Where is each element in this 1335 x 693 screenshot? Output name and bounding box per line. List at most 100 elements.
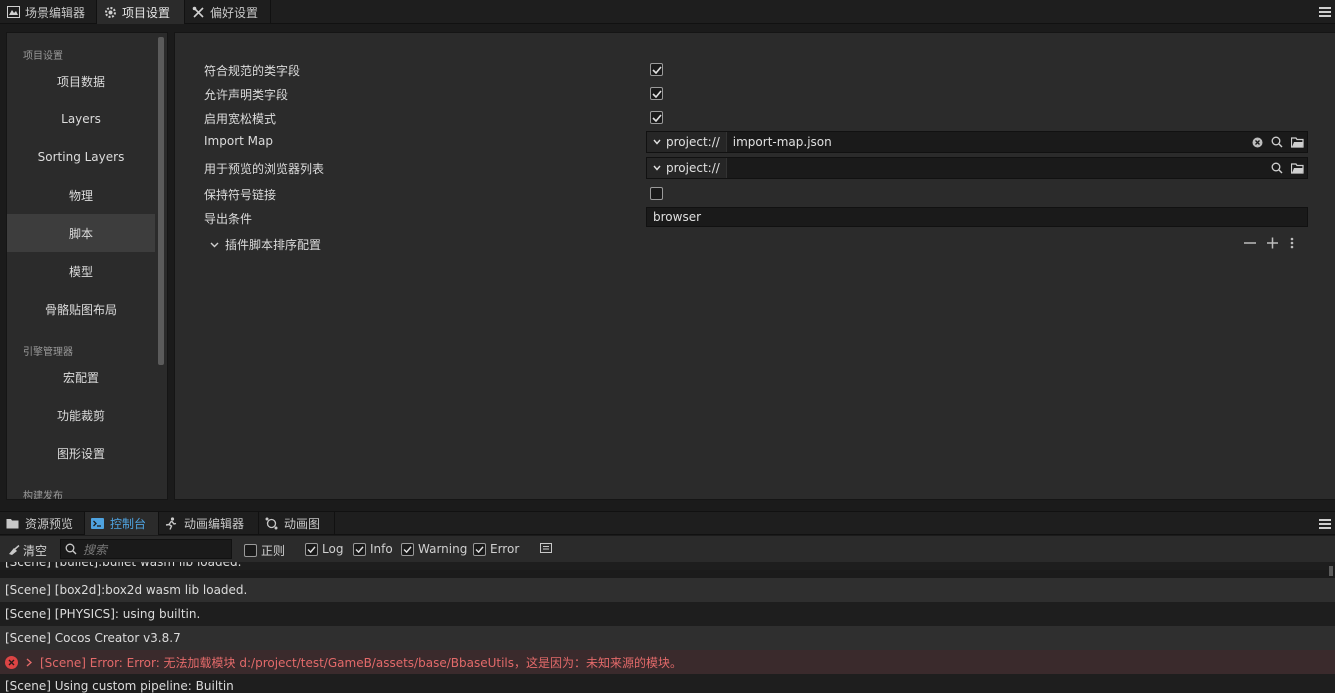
label-import-map: Import Map — [204, 134, 273, 148]
animgraph-icon — [265, 517, 279, 530]
nav-item-feature-cropping[interactable]: 功能裁剪 — [7, 396, 155, 434]
terminal-icon — [91, 518, 105, 529]
nav-item-skeleton-texture-layout[interactable]: 骨骼贴图布局 — [7, 290, 155, 328]
console-scrollbar[interactable] — [1329, 566, 1333, 576]
import-map-input[interactable]: import-map.json — [727, 135, 1247, 149]
bottom-tab-bar: 资源预览 控制台 动画编辑器 动画图 — [0, 511, 1335, 535]
more-vertical-icon[interactable] — [1289, 236, 1295, 250]
log-checkbox[interactable] — [305, 542, 318, 556]
folder-open-icon[interactable] — [1287, 132, 1307, 152]
chevron-right-icon[interactable] — [26, 657, 32, 667]
check-icon — [651, 113, 662, 122]
nav-item-layers[interactable]: Layers — [7, 100, 155, 138]
nav-item-model[interactable]: 模型 — [7, 252, 155, 290]
tab-label: 场景编辑器 — [25, 5, 86, 20]
runner-icon — [165, 517, 179, 530]
tab-assets-preview[interactable]: 资源预览 — [0, 512, 85, 535]
nav-item-sorting-layers[interactable]: Sorting Layers — [7, 138, 155, 176]
tab-animation-graph[interactable]: 动画图 — [259, 512, 335, 535]
console-menu-icon[interactable] — [1319, 518, 1331, 530]
broom-icon — [9, 545, 20, 555]
tab-preferences[interactable]: 偏好设置 — [185, 0, 271, 24]
chevron-down-icon — [210, 242, 219, 247]
nav-scrollbar[interactable] — [158, 37, 164, 365]
tab-label: 动画图 — [284, 517, 321, 531]
filter-info[interactable]: Info — [353, 542, 393, 556]
nav-item-project-data[interactable]: 项目数据 — [7, 62, 155, 100]
tab-animation-editor[interactable]: 动画编辑器 — [159, 512, 259, 535]
script-settings-panel: 符合规范的类字段 允许声明类字段 启用宽松模式 Import Map proje… — [174, 32, 1335, 500]
label-preview-browsers: 用于预览的浏览器列表 — [204, 162, 325, 176]
tab-label: 动画编辑器 — [184, 517, 245, 531]
nav-section-build: 构建发布 — [23, 491, 63, 500]
log-entry-error[interactable]: [Scene] Error: Error: 无法加载模块 d:/project/… — [0, 650, 1335, 674]
warning-label: Warning — [418, 542, 468, 556]
label-export-conditions: 导出条件 — [204, 212, 253, 226]
checkbox-strict-class-fields[interactable] — [650, 63, 663, 76]
error-icon — [5, 655, 18, 669]
log-entry[interactable]: [Scene] Cocos Creator v3.8.7 — [0, 626, 1335, 650]
nav-section-project: 项目设置 — [23, 51, 63, 62]
error-checkbox[interactable] — [473, 542, 486, 556]
log-entry[interactable]: [Scene] [PHYSICS]: using builtin. — [0, 602, 1335, 626]
info-label: Info — [370, 542, 393, 556]
check-icon — [651, 89, 662, 98]
nav-item-graphics-settings[interactable]: 图形设置 — [7, 434, 155, 472]
export-conditions-input[interactable]: browser — [646, 207, 1308, 227]
scene-icon — [6, 5, 20, 19]
preview-browsers-protocol-select[interactable]: project:// — [647, 158, 727, 178]
panel-menu-icon[interactable] — [1319, 6, 1331, 18]
log-label: Log — [322, 542, 344, 556]
filter-error[interactable]: Error — [473, 542, 519, 556]
label-strict-class-fields: 符合规范的类字段 — [204, 64, 301, 78]
clear-button[interactable]: 清空 — [8, 542, 47, 559]
chevron-down-icon — [653, 165, 661, 171]
tab-label: 资源预览 — [25, 517, 74, 531]
preview-browsers-prefix: project:// — [666, 161, 720, 175]
tab-label: 项目设置 — [122, 5, 171, 20]
nav-section-engine: 引擎管理器 — [23, 347, 73, 358]
tools-icon — [191, 5, 205, 19]
gear-icon — [103, 5, 117, 19]
nav-item-macro-config[interactable]: 宏配置 — [7, 358, 155, 396]
regex-checkbox[interactable] — [244, 544, 257, 557]
console-search-input[interactable]: 搜索 — [60, 539, 232, 559]
tab-project-settings[interactable]: 项目设置 — [97, 0, 185, 24]
label-loose-mode: 启用宽松模式 — [204, 112, 277, 126]
plus-icon[interactable] — [1266, 236, 1280, 250]
tab-console[interactable]: 控制台 — [85, 512, 159, 535]
log-entry[interactable]: [Scene] [bullet]:bullet wasm lib loaded. — [0, 562, 1335, 570]
checkbox-allow-declare-fields[interactable] — [650, 87, 663, 100]
plugin-order-section[interactable]: 插件脚本排序配置 — [210, 236, 321, 253]
search-icon[interactable] — [1267, 158, 1287, 178]
nav-item-physics[interactable]: 物理 — [7, 176, 155, 214]
error-message: [Scene] Error: Error: 无法加载模块 d:/project/… — [40, 655, 682, 670]
filter-warning[interactable]: Warning — [401, 542, 467, 556]
clear-icon[interactable] — [1247, 132, 1267, 152]
collapse-logs-icon[interactable] — [540, 542, 552, 557]
filter-log[interactable]: Log — [305, 542, 343, 556]
plugin-order-label: 插件脚本排序配置 — [225, 238, 322, 252]
import-map-protocol-select[interactable]: project:// — [647, 132, 727, 152]
log-entry[interactable]: [Scene] Using custom pipeline: Builtin — [0, 674, 1335, 693]
search-placeholder: 搜索 — [83, 542, 108, 557]
top-tab-bar: 场景编辑器 项目设置 偏好设置 — [0, 0, 1335, 24]
folder-open-icon[interactable] — [1287, 158, 1307, 178]
info-checkbox[interactable] — [353, 542, 366, 556]
label-allow-declare-fields: 允许声明类字段 — [204, 88, 289, 102]
nav-item-scripts[interactable]: 脚本 — [7, 214, 155, 252]
console-log: [Scene] [bullet]:bullet wasm lib loaded.… — [0, 562, 1335, 693]
warning-checkbox[interactable] — [401, 542, 414, 556]
tab-label: 控制台 — [110, 517, 147, 531]
clear-label: 清空 — [23, 544, 48, 558]
checkbox-preserve-symlinks[interactable] — [650, 187, 663, 200]
minus-icon[interactable] — [1243, 236, 1257, 250]
tab-scene-editor[interactable]: 场景编辑器 — [0, 0, 97, 24]
log-entry[interactable]: [Scene] [box2d]:box2d wasm lib loaded. — [0, 578, 1335, 602]
check-icon — [651, 65, 662, 74]
filter-regex[interactable]: 正则 — [244, 542, 285, 559]
regex-label: 正则 — [261, 544, 286, 558]
preview-browsers-field: project:// — [646, 157, 1308, 179]
checkbox-loose-mode[interactable] — [650, 111, 663, 124]
search-icon[interactable] — [1267, 132, 1287, 152]
